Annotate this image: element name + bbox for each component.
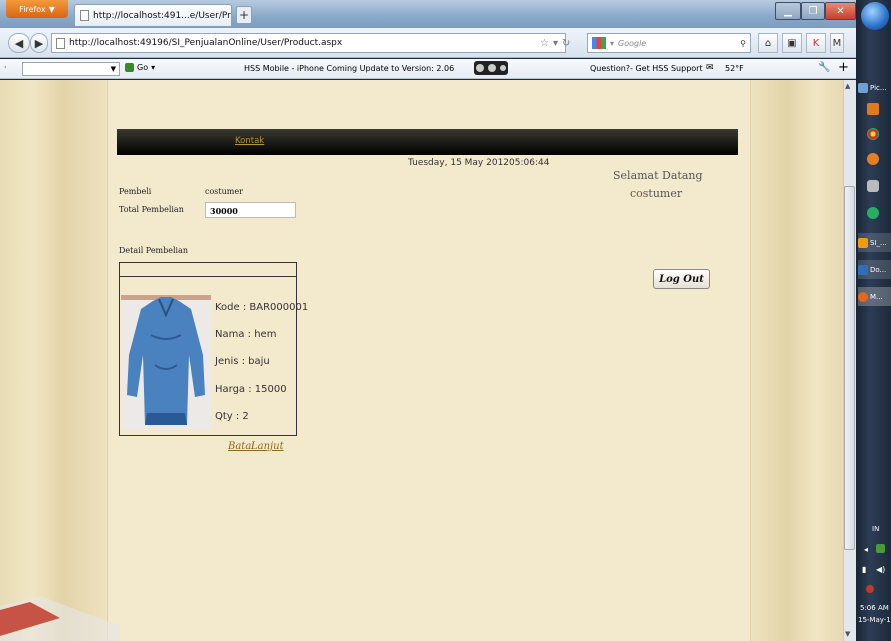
product-harga: Harga : 15000 [215, 384, 287, 395]
dropdown-arrow-icon[interactable]: ▾ [553, 38, 558, 49]
home-button[interactable]: ⌂ [758, 33, 778, 53]
taskbar-item-si[interactable]: SI_... [858, 233, 891, 252]
product-image [121, 295, 211, 430]
pictures-icon [858, 82, 868, 93]
app-icon-gray[interactable] [867, 180, 879, 192]
nav-link-kontak[interactable]: Kontak [235, 136, 264, 146]
add-toolbar-icon[interactable]: + [838, 60, 849, 75]
tab-product[interactable]: http://localhost:491...e/User/Product.as… [74, 4, 232, 26]
minimize-button[interactable]: ▁ [775, 2, 801, 20]
addon-button[interactable]: ▣ [782, 33, 802, 53]
clock-time[interactable]: 5:06 AM [860, 604, 889, 612]
tray-app-icon[interactable] [876, 544, 885, 553]
new-tab-button[interactable]: + [236, 6, 252, 24]
firefox-menu-button[interactable]: Firefox ▼ [6, 0, 68, 18]
dropdown-arrow-icon: ▼ [48, 4, 55, 14]
dropdown-arrow-icon: ▾ [151, 63, 156, 72]
taskbar-item-firefox[interactable]: M... [858, 287, 891, 306]
si-icon [858, 237, 868, 248]
search-placeholder: Google [618, 38, 647, 48]
reload-icon[interactable]: ↻ [562, 38, 570, 49]
watermark-logo [0, 596, 120, 641]
forward-button[interactable]: ▶ [30, 33, 48, 53]
taskbar-item-label: M... [870, 292, 883, 301]
firefox-menu-label: Firefox [19, 4, 46, 14]
word-icon [858, 264, 868, 275]
welcome-title: Selamat Datang [613, 169, 703, 182]
hss-toolbar-text[interactable]: HSS Mobile - iPhone Coming Update to Ver… [244, 64, 454, 73]
taskbar-item-doc[interactable]: Do... [858, 260, 891, 279]
weather-text: 52°F [725, 64, 744, 73]
wood-panel-left [0, 80, 107, 641]
clock-date[interactable]: 15-May-1 [858, 616, 891, 624]
taskbar-item-pictures[interactable]: Pic... [858, 78, 891, 97]
hss-support-link[interactable]: Question?- Get HSS Support [590, 64, 703, 73]
product-nama: Nama : hem [215, 329, 277, 340]
product-kode: Kode : BAR000001 [215, 302, 309, 313]
firefox-icon [858, 291, 868, 302]
url-text: http://localhost:49196/SI_PenjualanOnlin… [69, 38, 343, 48]
hss-widget-icon[interactable] [474, 61, 508, 75]
detail-pembelian-label: Detail Pembelian [119, 246, 189, 255]
addon-m-button[interactable]: M [830, 33, 844, 53]
search-icon[interactable]: ⚲ [740, 39, 746, 48]
go-button[interactable]: Go ▾ [125, 63, 155, 72]
site-nav-bar: Kontak [117, 129, 738, 155]
wood-panel-right [751, 80, 843, 641]
chrome-icon[interactable] [867, 128, 879, 140]
pembeli-value: costumer [205, 187, 243, 196]
addon-k-button[interactable]: K [806, 33, 826, 53]
taskbar-item-label: Pic... [870, 83, 887, 92]
url-controls: ☆ ▾ ↻ [540, 33, 586, 53]
date-time: Tuesday, 15 May 201205:06:44 [408, 158, 550, 168]
toolbar-select[interactable]: ▼ [22, 62, 120, 76]
address-bar[interactable]: http://localhost:49196/SI_PenjualanOnlin… [51, 33, 566, 53]
total-pembelian-label: Total Pembelian [119, 205, 184, 214]
wrench-icon[interactable]: 🔧 [818, 62, 830, 73]
language-indicator[interactable]: IN [872, 525, 879, 533]
logout-button[interactable]: Log Out [653, 269, 710, 289]
tab-title: http://localhost:491...e/User/Product.as… [93, 10, 231, 21]
mail-icon[interactable]: ✉ [706, 63, 714, 73]
go-label: Go [137, 63, 149, 72]
table-header-divider [119, 276, 297, 277]
tray-alert-icon[interactable] [866, 585, 874, 593]
volume-icon[interactable]: ◀) [876, 565, 885, 574]
tray-arrow-icon[interactable]: ◂ [864, 545, 868, 554]
app-icon-round[interactable] [867, 153, 879, 165]
total-pembelian-field[interactable]: 30000 [205, 202, 296, 218]
scroll-up-icon[interactable]: ▲ [845, 82, 850, 90]
scrollbar-thumb[interactable] [844, 186, 855, 550]
maximize-button[interactable]: ❐ [801, 2, 825, 20]
go-icon [125, 63, 134, 72]
page-icon [56, 37, 65, 49]
taskbar-item-label: SI_... [870, 238, 887, 247]
lanjut-link[interactable]: Lanjut [251, 441, 284, 452]
network-icon[interactable]: ▮ [862, 565, 866, 574]
bookmark-star-icon[interactable]: ☆ [540, 38, 549, 49]
app-icon-green[interactable] [867, 207, 879, 219]
page-icon [80, 10, 89, 21]
taskbar-item-label: Do... [870, 265, 887, 274]
welcome-user: costumer [630, 187, 683, 200]
app-icon-orange[interactable] [867, 103, 879, 115]
start-orb-icon[interactable] [861, 2, 889, 30]
close-button[interactable]: ✕ [825, 2, 856, 20]
back-button[interactable]: ◀ [8, 33, 30, 53]
scroll-down-icon[interactable]: ▼ [845, 630, 850, 638]
toolbar-dot: · [4, 63, 7, 72]
product-qty: Qty : 2 [215, 411, 249, 422]
pembeli-label: Pembeli [119, 187, 152, 196]
search-box[interactable]: ▾ Google ⚲ [587, 33, 751, 53]
product-jenis: Jenis : baju [215, 356, 270, 367]
dropdown-arrow-icon: ▾ [610, 38, 615, 48]
google-icon [592, 37, 606, 49]
